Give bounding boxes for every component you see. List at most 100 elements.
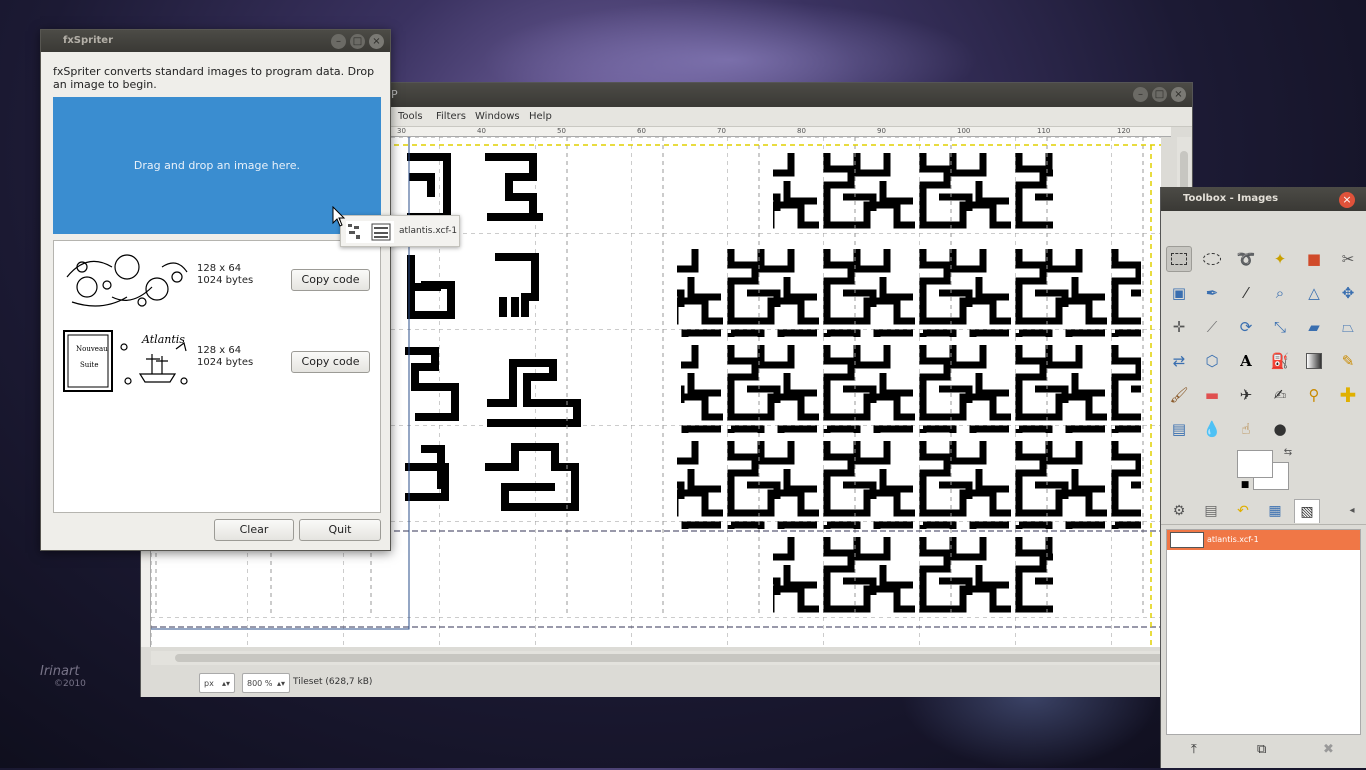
ink-icon[interactable]: ✍ <box>1267 382 1293 408</box>
align-icon[interactable]: ✛ <box>1166 314 1192 340</box>
gimp-title: P <box>391 88 398 101</box>
fxspriter-titlebar: fxSpriter – □ × <box>41 30 390 52</box>
drag-preview: atlantis.xcf-1 <box>340 215 460 247</box>
svg-text:Suite: Suite <box>80 361 99 369</box>
image-list-item[interactable]: atlantis.xcf-1 <box>1167 530 1360 550</box>
copy-code-button[interactable]: Copy code <box>291 269 370 291</box>
eraser-icon[interactable]: ▬ <box>1199 382 1225 408</box>
maximize-icon[interactable]: □ <box>350 34 365 49</box>
flip-icon[interactable]: ⇄ <box>1166 348 1192 374</box>
ruler-tick: 60 <box>637 127 646 135</box>
undo-history-tab-icon[interactable]: ↶ <box>1230 499 1256 523</box>
tool-options-tab-icon[interactable]: ⚙ <box>1166 499 1192 523</box>
list-item: Nouveau Suite Atlantis 128 x 64 1024 byt… <box>54 323 380 395</box>
zoom-icon[interactable]: ⌕ <box>1267 280 1293 306</box>
images-tab-icon[interactable]: ▧ <box>1294 499 1320 523</box>
blend-icon[interactable] <box>1301 348 1327 374</box>
intro-text: fxSpriter converts standard images to pr… <box>53 65 375 91</box>
new-display-icon[interactable]: ⧉ <box>1257 742 1266 757</box>
paths-icon[interactable]: ✒ <box>1199 280 1225 306</box>
scissors-icon[interactable]: ✂ <box>1335 246 1361 272</box>
window-title: fxSpriter <box>63 35 114 46</box>
smudge-icon[interactable]: ☝ <box>1233 416 1259 442</box>
close-icon[interactable]: × <box>1339 192 1355 208</box>
ruler-tick: 100 <box>957 127 971 135</box>
minimize-icon[interactable]: – <box>1133 87 1148 102</box>
image-thumbnail: Nouveau Suite Atlantis <box>63 330 188 392</box>
scale-icon[interactable]: ⤡ <box>1267 314 1293 340</box>
image-thumbnail <box>66 254 188 307</box>
menu-help[interactable]: Help <box>529 111 552 122</box>
gimp-statusbar: px ▴▾ 800 % ▴▾ Tileset (628,7 kB) <box>141 669 1192 697</box>
minimize-icon[interactable]: – <box>331 34 346 49</box>
measure-icon[interactable]: △ <box>1301 280 1327 306</box>
foreground-select-icon[interactable]: ▣ <box>1166 280 1192 306</box>
foreground-color[interactable] <box>1237 450 1273 478</box>
heal-icon[interactable]: ✚ <box>1335 382 1361 408</box>
crop-icon[interactable]: ⟋ <box>1199 314 1225 340</box>
blur-icon[interactable]: 💧 <box>1199 416 1225 442</box>
lasso-icon[interactable]: ➰ <box>1233 246 1259 272</box>
pencil-icon[interactable]: ✎ <box>1335 348 1361 374</box>
move-icon[interactable]: ✥ <box>1335 280 1361 306</box>
list-item: 128 x 64 1024 bytes Copy code <box>54 241 380 313</box>
quit-button[interactable]: Quit <box>299 519 381 541</box>
menu-filters[interactable]: Filters <box>436 111 466 122</box>
patterns-tab-icon[interactable]: ▦ <box>1262 499 1288 523</box>
image-dimensions: 128 x 64 1024 bytes <box>197 345 253 369</box>
menu-windows[interactable]: Windows <box>475 111 520 122</box>
dock-tabs: ⚙ ▤ ↶ ▦ ▧ ◂ <box>1161 497 1366 525</box>
clone-icon[interactable]: ⚲ <box>1301 382 1327 408</box>
perspective-icon[interactable]: ⏢ <box>1335 314 1361 340</box>
airbrush-icon[interactable]: ✈ <box>1233 382 1259 408</box>
text-tool-icon[interactable]: A <box>1233 348 1259 374</box>
rect-select-icon[interactable] <box>1166 246 1192 272</box>
close-icon[interactable]: × <box>369 34 384 49</box>
ruler-tick: 30 <box>397 127 406 135</box>
wallpaper-watermark: Irinart ©2010 <box>40 664 86 689</box>
scrollbar-thumb[interactable] <box>175 654 1165 662</box>
fxspriter-window: fxSpriter – □ × fxSpriter converts stand… <box>40 29 391 551</box>
swap-colors-icon[interactable]: ⇆ <box>1281 445 1295 459</box>
bucket-fill-icon[interactable]: ⛽ <box>1267 348 1293 374</box>
dodge-burn-icon[interactable]: ● <box>1267 416 1293 442</box>
rotate-icon[interactable]: ⟳ <box>1233 314 1259 340</box>
toolbox-titlebar: Toolbox - Images × <box>1161 187 1366 211</box>
shear-icon[interactable]: ▰ <box>1301 314 1327 340</box>
ruler-tick: 80 <box>797 127 806 135</box>
ruler-tick: 50 <box>557 127 566 135</box>
raise-view-icon[interactable]: ⤒ <box>1191 742 1197 757</box>
ruler-tick: 40 <box>477 127 486 135</box>
ruler-tick: 110 <box>1037 127 1051 135</box>
close-icon[interactable]: × <box>1171 87 1186 102</box>
svg-text:Atlantis: Atlantis <box>141 333 185 346</box>
tab-menu-icon[interactable]: ◂ <box>1339 499 1365 523</box>
paintbrush-icon[interactable]: 🖌 <box>1166 382 1192 408</box>
horizontal-scrollbar[interactable] <box>151 651 1171 665</box>
ruler-tick: 70 <box>717 127 726 135</box>
color-picker-icon[interactable]: ⁄ <box>1233 280 1259 306</box>
fuzzy-select-icon[interactable]: ✦ <box>1267 246 1293 272</box>
menu-tools[interactable]: Tools <box>398 111 423 122</box>
clear-button[interactable]: Clear <box>214 519 294 541</box>
toolbox-window: Toolbox - Images × ➰ ✦ ■ ✂ ▣ ✒ ⁄ ⌕ △ ✥ ✛… <box>1160 187 1366 768</box>
color-select-icon[interactable]: ■ <box>1301 246 1327 272</box>
image-size: 128 x 64 <box>197 263 242 274</box>
zoom-selector[interactable]: 800 % ▴▾ <box>242 673 290 693</box>
delete-icon[interactable]: ✖ <box>1323 742 1334 757</box>
default-colors-icon[interactable]: ■ <box>1239 479 1251 491</box>
cage-transform-icon[interactable]: ⬡ <box>1199 348 1225 374</box>
image-thumbnail <box>1170 532 1204 548</box>
status-text: Tileset (628,7 kB) <box>293 677 373 687</box>
window-title: Toolbox - Images <box>1183 193 1279 204</box>
maximize-icon[interactable]: □ <box>1152 87 1167 102</box>
image-size: 128 x 64 <box>197 345 242 356</box>
copy-code-button[interactable]: Copy code <box>291 351 370 373</box>
ellipse-select-icon[interactable] <box>1199 246 1225 272</box>
ruler-tick: 120 <box>1117 127 1131 135</box>
drag-label: atlantis.xcf-1 <box>399 226 458 236</box>
layers-tab-icon[interactable]: ▤ <box>1198 499 1224 523</box>
unit-selector[interactable]: px ▴▾ <box>199 673 235 693</box>
perspective-clone-icon[interactable]: ▤ <box>1166 416 1192 442</box>
mouse-pointer-icon <box>332 206 346 227</box>
